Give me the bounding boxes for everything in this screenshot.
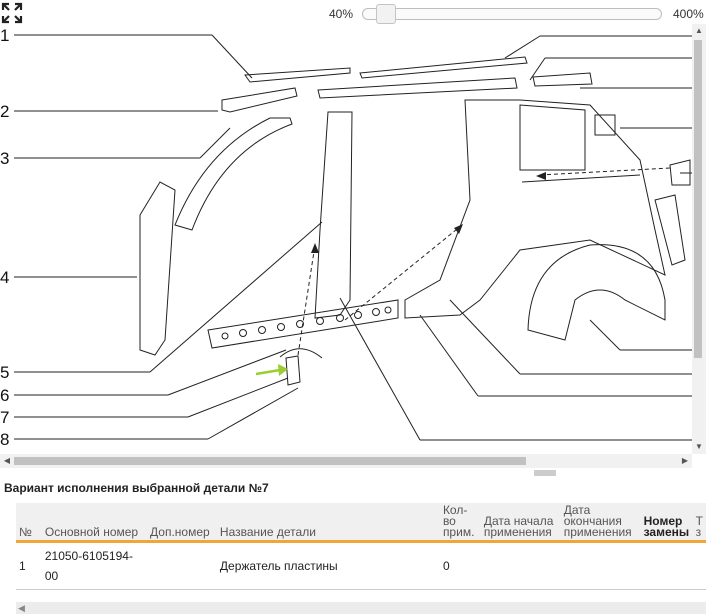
callout-label[interactable]: 4 [0,268,9,288]
scroll-left-arrow-icon[interactable]: ◀ [18,603,25,614]
column-header[interactable]: Номер замены [640,503,693,543]
part-name: Держатель пластины [216,541,440,590]
callout-label[interactable]: 1 [0,26,9,46]
replacement-number [640,541,693,590]
row-number: 1 [16,541,42,590]
column-header[interactable]: Доп.номер [147,503,217,543]
vertical-scroll-thumb[interactable] [694,40,702,358]
table-horizontal-scrollbar[interactable] [16,602,706,614]
main-part-number: 21050-6105194-00 [41,541,148,590]
panel-resize-handle[interactable] [534,470,556,476]
fullscreen-icon[interactable] [1,2,23,24]
highlight-arrow-icon [255,364,288,376]
parts-diagram[interactable] [0,24,692,454]
table-row[interactable]: 1 21050-6105194-00 Держатель пластины 0 [16,541,706,590]
callout-label[interactable]: 7 [0,408,9,428]
column-header[interactable]: Кол-во прим. [439,503,481,543]
end-date [560,541,641,590]
column-header[interactable]: Т з [692,503,706,543]
extra-column-cell [692,541,706,590]
callout-label[interactable]: 5 [0,363,9,383]
callout-label[interactable]: 2 [0,102,9,122]
extra-part-number [147,541,217,590]
column-header[interactable]: Дата начала применения [480,503,561,543]
column-header[interactable]: № [16,503,42,543]
zoom-slider-thumb[interactable] [376,4,396,24]
zoom-min-label: 40% [329,7,354,21]
section-title: Вариант исполнения выбранной детали №7 [4,481,269,495]
callout-label[interactable]: 8 [0,430,9,450]
diagram-viewer: 40% 400% 1 2 3 4 5 6 7 8 ▲ ▼ ◀ ▶ [0,0,706,470]
zoom-slider-track[interactable] [362,8,662,20]
parts-table: № Основной номер Доп.номер Название дета… [16,503,706,590]
scroll-up-arrow-icon[interactable]: ▲ [692,24,706,38]
part-quantity: 0 [439,541,481,590]
table-header-row: № Основной номер Доп.номер Название дета… [16,503,706,543]
scroll-down-arrow-icon[interactable]: ▼ [692,440,706,454]
column-header[interactable]: Дата окончания применения [560,503,641,543]
scroll-left-arrow-icon[interactable]: ◀ [0,454,14,468]
callout-label[interactable]: 6 [0,386,9,406]
start-date [480,541,561,590]
callout-label[interactable]: 3 [0,149,9,169]
horizontal-scroll-thumb[interactable] [14,457,526,465]
column-header[interactable]: Название детали [216,503,440,543]
scroll-right-arrow-icon[interactable]: ▶ [678,454,692,468]
zoom-max-label: 400% [673,7,704,21]
column-header[interactable]: Основной номер [41,503,148,543]
